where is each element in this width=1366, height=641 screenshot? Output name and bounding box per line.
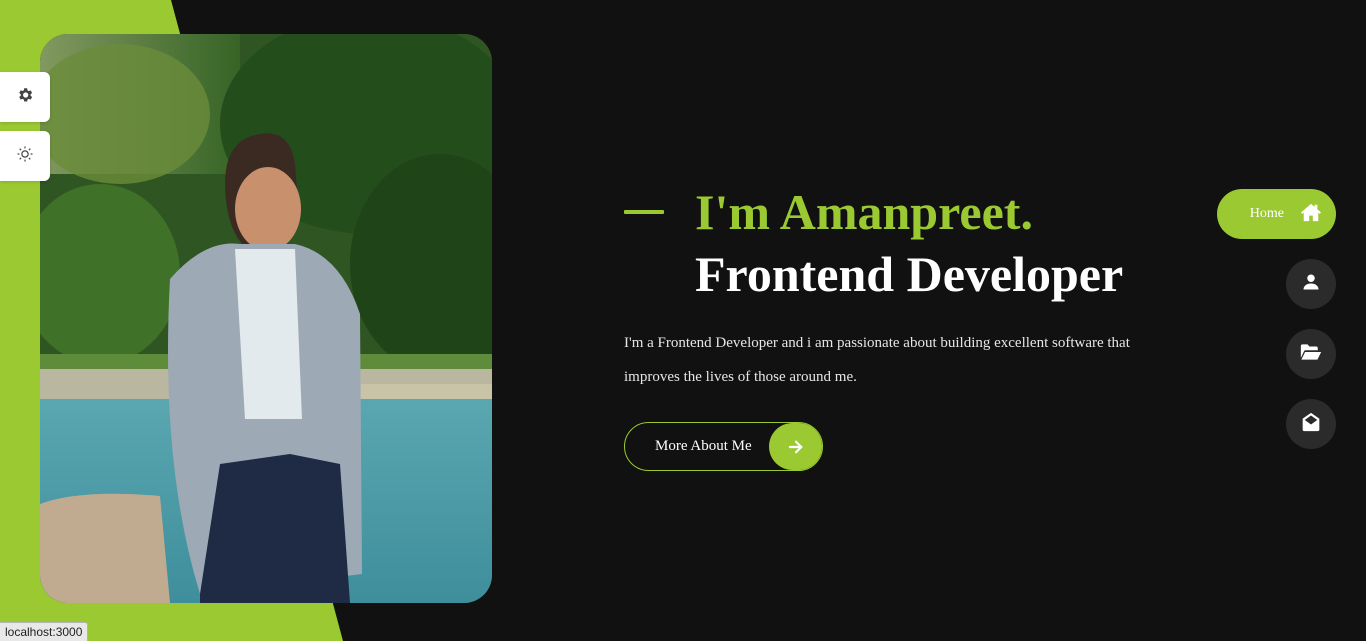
gear-icon bbox=[16, 86, 34, 109]
nav-about-button[interactable] bbox=[1286, 259, 1336, 309]
more-about-me-label: More About Me bbox=[655, 438, 752, 454]
title-block: I'm Amanpreet. Frontend Developer bbox=[695, 180, 1123, 304]
envelope-open-icon bbox=[1301, 412, 1321, 437]
folder-open-icon bbox=[1300, 343, 1322, 366]
hero-description: I'm a Frontend Developer and i am passio… bbox=[624, 326, 1184, 394]
browser-status-url: localhost:3000 bbox=[0, 622, 89, 641]
nav-home-button[interactable]: Home bbox=[1217, 189, 1336, 239]
arrow-right-icon bbox=[769, 423, 822, 470]
user-icon bbox=[1302, 273, 1320, 296]
more-about-me-button[interactable]: More About Me bbox=[624, 422, 823, 471]
settings-button[interactable] bbox=[0, 72, 50, 122]
description-line-1: I'm a Frontend Developer and i am passio… bbox=[624, 335, 1130, 351]
hero-greeting: I'm Amanpreet. bbox=[695, 184, 1033, 240]
nav-contact-button[interactable] bbox=[1286, 399, 1336, 449]
nav-home-label: Home bbox=[1249, 206, 1284, 221]
description-line-2: improves the lives of those around me. bbox=[624, 369, 857, 385]
nav-portfolio-button[interactable] bbox=[1286, 329, 1336, 379]
sun-icon bbox=[16, 145, 34, 168]
title-dash bbox=[624, 210, 664, 214]
hero-section: I'm Amanpreet. Frontend Developer I'm a … bbox=[624, 180, 1204, 394]
theme-toggle-button[interactable] bbox=[0, 131, 50, 181]
hero-title: I'm Amanpreet. Frontend Developer bbox=[624, 180, 1204, 304]
profile-photo bbox=[40, 34, 492, 603]
hero-role: Frontend Developer bbox=[695, 246, 1124, 302]
home-icon bbox=[1300, 202, 1322, 227]
